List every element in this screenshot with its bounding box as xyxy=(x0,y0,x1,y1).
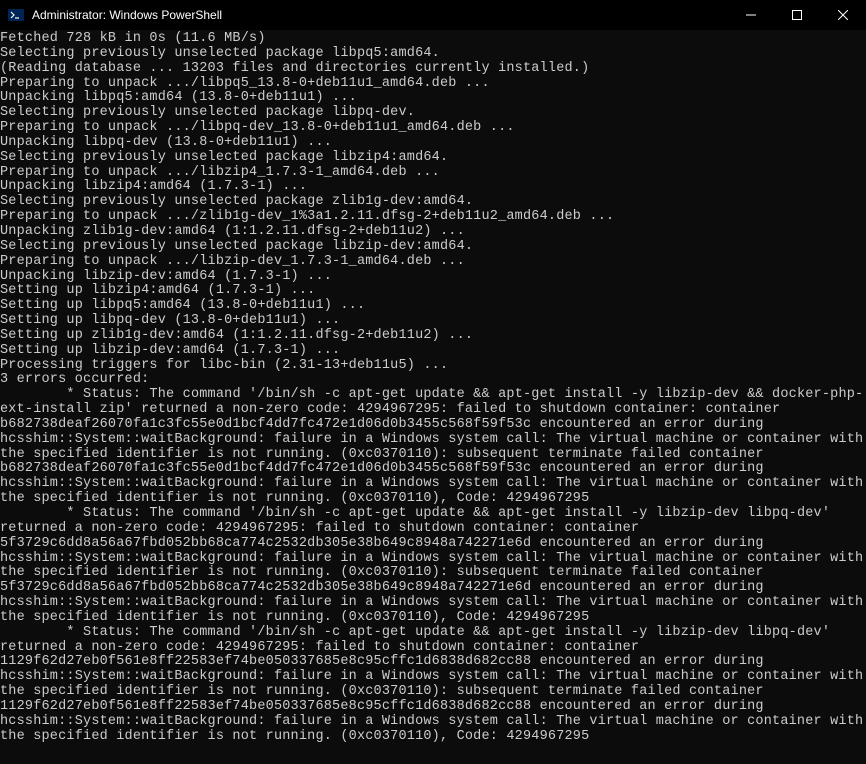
terminal-line: Preparing to unpack .../zlib1g-dev_1%3a1… xyxy=(0,210,866,225)
terminal-line: Selecting previously unselected package … xyxy=(0,240,866,255)
terminal-line: Unpacking libzip-dev:amd64 (1.7.3-1) ... xyxy=(0,270,866,285)
maximize-button[interactable] xyxy=(774,0,820,30)
terminal-line: Preparing to unpack .../libpq-dev_13.8-0… xyxy=(0,121,866,136)
powershell-icon xyxy=(8,7,24,23)
titlebar-left: Administrator: Windows PowerShell xyxy=(8,7,222,23)
terminal-line: (Reading database ... 13203 files and di… xyxy=(0,62,866,77)
terminal-line: Unpacking libzip4:amd64 (1.7.3-1) ... xyxy=(0,180,866,195)
terminal-line: * Status: The command '/bin/sh -c apt-ge… xyxy=(0,388,866,507)
terminal-line: Selecting previously unselected package … xyxy=(0,47,866,62)
terminal-line: Unpacking libpq5:amd64 (13.8-0+deb11u1) … xyxy=(0,91,866,106)
terminal-line: Preparing to unpack .../libzip-dev_1.7.3… xyxy=(0,255,866,270)
terminal-line: Setting up libzip-dev:amd64 (1.7.3-1) ..… xyxy=(0,344,866,359)
terminal-line: Unpacking zlib1g-dev:amd64 (1:1.2.11.dfs… xyxy=(0,225,866,240)
window-titlebar: Administrator: Windows PowerShell xyxy=(0,0,866,30)
terminal-line: Fetched 728 kB in 0s (11.6 MB/s) xyxy=(0,32,866,47)
window-title: Administrator: Windows PowerShell xyxy=(32,8,222,22)
terminal-line: Selecting previously unselected package … xyxy=(0,151,866,166)
terminal-line: Setting up libpq5:amd64 (13.8-0+deb11u1)… xyxy=(0,299,866,314)
close-button[interactable] xyxy=(820,0,866,30)
terminal-line: Setting up libpq-dev (13.8-0+deb11u1) ..… xyxy=(0,314,866,329)
terminal-output[interactable]: Fetched 728 kB in 0s (11.6 MB/s)Selectin… xyxy=(0,30,866,745)
minimize-button[interactable] xyxy=(728,0,774,30)
terminal-line: Selecting previously unselected package … xyxy=(0,106,866,121)
terminal-line: Preparing to unpack .../libpq5_13.8-0+de… xyxy=(0,77,866,92)
terminal-line: Preparing to unpack .../libzip4_1.7.3-1_… xyxy=(0,166,866,181)
terminal-line: Setting up zlib1g-dev:amd64 (1:1.2.11.df… xyxy=(0,329,866,344)
terminal-line: Selecting previously unselected package … xyxy=(0,195,866,210)
terminal-line: * Status: The command '/bin/sh -c apt-ge… xyxy=(0,626,866,745)
terminal-line: 3 errors occurred: xyxy=(0,373,866,388)
terminal-line: Unpacking libpq-dev (13.8-0+deb11u1) ... xyxy=(0,136,866,151)
window-controls xyxy=(728,0,866,30)
terminal-line: * Status: The command '/bin/sh -c apt-ge… xyxy=(0,507,866,626)
terminal-line: Setting up libzip4:amd64 (1.7.3-1) ... xyxy=(0,284,866,299)
terminal-line: Processing triggers for libc-bin (2.31-1… xyxy=(0,359,866,374)
